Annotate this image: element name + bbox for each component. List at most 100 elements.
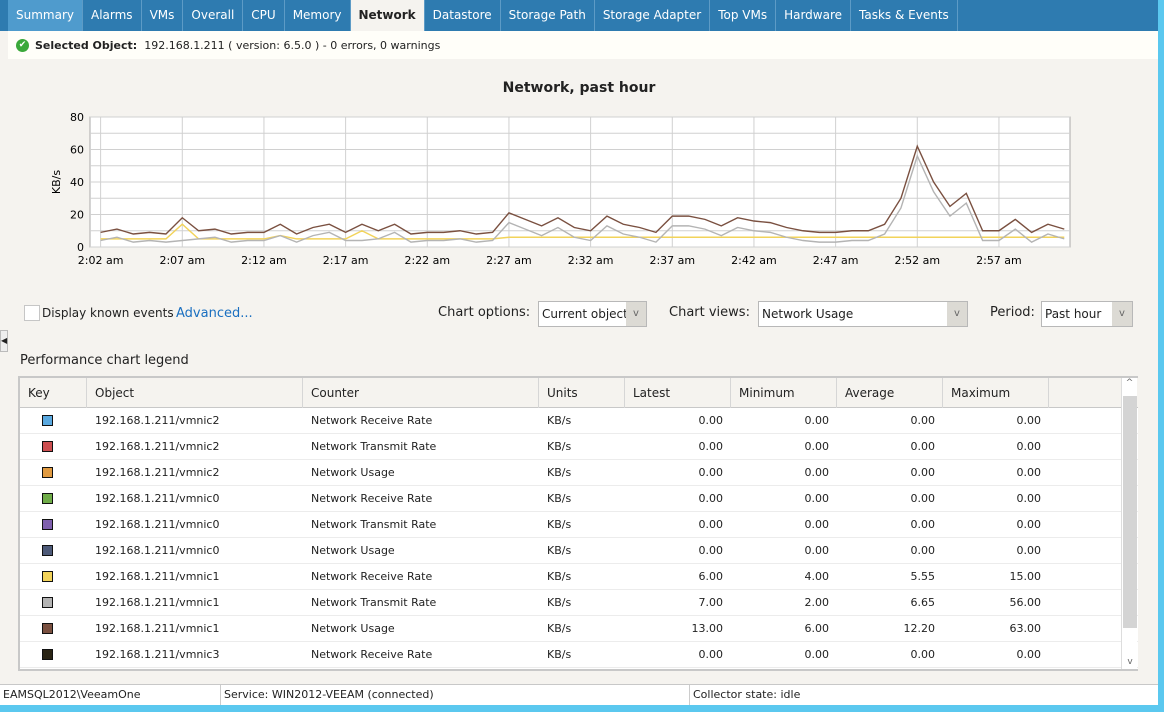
period-dropdown[interactable]: Past hour v <box>1041 301 1133 327</box>
tab-datastore[interactable]: Datastore <box>425 0 501 31</box>
cell-avg: 0.00 <box>910 440 936 453</box>
cell-avg: 0.00 <box>910 414 936 427</box>
cell-min: 0.00 <box>804 466 830 479</box>
color-key-swatch <box>42 493 53 504</box>
cell-object: 192.168.1.211/vmnic0 <box>95 518 220 531</box>
tab-hardware[interactable]: Hardware <box>776 0 852 31</box>
color-key-swatch <box>42 571 53 582</box>
status-bar: EAMSQL2012\VeeamOne Service: WIN2012-VEE… <box>0 684 1158 705</box>
cell-avg: 0.00 <box>910 466 936 479</box>
column-header[interactable]: Average <box>837 378 943 408</box>
cell-counter: Network Receive Rate <box>311 414 433 427</box>
table-row[interactable]: 192.168.1.211/vmnic1 Network Receive Rate… <box>20 564 1138 590</box>
column-header[interactable]: Counter <box>303 378 539 408</box>
table-row[interactable]: 192.168.1.211/vmnic0 Network Receive Rate… <box>20 486 1138 512</box>
key-cell <box>20 571 87 582</box>
x-tick-label: 2:02 am <box>78 254 124 267</box>
cell-min: 0.00 <box>804 492 830 505</box>
table-row[interactable]: 192.168.1.211/vmnic3 Network Receive Rate… <box>20 642 1138 668</box>
cell-object: 192.168.1.211/vmnic2 <box>95 414 220 427</box>
tab-storage-path[interactable]: Storage Path <box>501 0 595 31</box>
column-header[interactable]: Units <box>539 378 625 408</box>
check-circle-icon: ✔ <box>16 38 29 52</box>
cell-object: 192.168.1.211/vmnic1 <box>95 596 220 609</box>
cell-units: KB/s <box>547 492 572 505</box>
cell-latest: 7.00 <box>698 596 724 609</box>
x-tick-label: 2:37 am <box>649 254 695 267</box>
display-events-label: Display known events <box>42 306 174 320</box>
cell-object: 192.168.1.211/vmnic0 <box>95 492 220 505</box>
column-header[interactable]: Key <box>20 378 87 408</box>
tab-overall[interactable]: Overall <box>183 0 244 31</box>
table-row[interactable]: 192.168.1.211/vmnic1 Network Transmit Rat… <box>20 590 1138 616</box>
tab-storage-adapter[interactable]: Storage Adapter <box>595 0 711 31</box>
cell-units: KB/s <box>547 570 572 583</box>
cell-max: 56.00 <box>1009 596 1042 609</box>
color-key-swatch <box>42 649 53 660</box>
display-events-checkbox[interactable] <box>24 305 40 321</box>
app-window: Summary Alarms VMs Overall CPU Memory Network D… <box>0 0 1158 705</box>
x-tick-label: 2:47 am <box>813 254 859 267</box>
table-row[interactable]: 192.168.1.211/vmnic2 Network Usage KB/s 0.0… <box>20 460 1138 486</box>
scroll-down-icon[interactable]: v <box>1122 657 1138 667</box>
cell-min: 6.00 <box>804 622 830 635</box>
cell-min: 4.00 <box>804 570 830 583</box>
status-service: Service: WIN2012-VEEAM (connected) <box>221 685 690 705</box>
color-key-swatch <box>42 597 53 608</box>
tab-cpu[interactable]: CPU <box>243 0 285 31</box>
status-collector: Collector state: idle <box>693 688 801 701</box>
cell-max: 0.00 <box>1016 440 1042 453</box>
table-row[interactable]: 192.168.1.211/vmnic0 Network Transmit Rat… <box>20 512 1138 538</box>
cell-max: 0.00 <box>1016 414 1042 427</box>
collapse-panel-button[interactable]: ◀ <box>0 330 8 352</box>
chart-options-dropdown[interactable]: Current object v <box>538 301 647 327</box>
selected-object-value: 192.168.1.211 ( version: 6.5.0 ) - 0 err… <box>144 38 441 52</box>
tab-alarms[interactable]: Alarms <box>83 0 142 31</box>
color-key-swatch <box>42 467 53 478</box>
tab-tasks-events[interactable]: Tasks & Events <box>851 0 958 31</box>
tab-top-vms[interactable]: Top VMs <box>710 0 777 31</box>
chart-views-dropdown[interactable]: Network Usage v <box>758 301 968 327</box>
cell-units: KB/s <box>547 622 572 635</box>
column-header[interactable]: Latest <box>625 378 731 408</box>
y-axis-label: KB/s <box>50 170 63 194</box>
y-tick-label: 80 <box>70 111 84 124</box>
cell-latest: 0.00 <box>698 466 724 479</box>
table-row[interactable]: 192.168.1.211/vmnic2 Network Receive Rate… <box>20 408 1138 434</box>
key-cell <box>20 415 87 426</box>
column-header[interactable]: Minimum <box>731 378 837 408</box>
table-scrollbar[interactable]: ^ v <box>1121 378 1137 669</box>
cell-max: 0.00 <box>1016 648 1042 661</box>
cell-object: 192.168.1.211/vmnic0 <box>95 544 220 557</box>
table-header: Key Object Counter Units Latest Minimum Averag… <box>20 378 1138 408</box>
color-key-swatch <box>42 545 53 556</box>
selected-object-bar: ✔ Selected Object: 192.168.1.211 ( versi… <box>8 31 1158 59</box>
x-tick-label: 2:17 am <box>323 254 369 267</box>
cell-object: 192.168.1.211/vmnic1 <box>95 570 220 583</box>
table-row[interactable]: 192.168.1.211/vmnic2 Network Transmit Rat… <box>20 434 1138 460</box>
cell-units: KB/s <box>547 518 572 531</box>
tab-vms[interactable]: VMs <box>142 0 184 31</box>
y-tick-label: 0 <box>77 241 84 254</box>
chart-views-value: Network Usage <box>762 307 854 321</box>
cell-units: KB/s <box>547 414 572 427</box>
color-key-swatch <box>42 441 53 452</box>
y-tick-label: 60 <box>70 144 84 157</box>
cell-min: 0.00 <box>804 440 830 453</box>
column-header[interactable]: Object <box>87 378 303 408</box>
tab-memory[interactable]: Memory <box>285 0 351 31</box>
scrollbar-thumb[interactable] <box>1123 396 1137 628</box>
x-tick-label: 2:22 am <box>404 254 450 267</box>
tab-summary[interactable]: Summary <box>8 0 83 31</box>
cell-min: 0.00 <box>804 648 830 661</box>
column-header[interactable]: Maximum <box>943 378 1049 408</box>
key-cell <box>20 649 87 660</box>
scroll-up-icon[interactable]: ^ <box>1122 378 1137 388</box>
cell-counter: Network Transmit Rate <box>311 596 437 609</box>
tab-network[interactable]: Network <box>350 0 425 31</box>
chevron-down-icon: v <box>1112 302 1132 326</box>
cell-min: 0.00 <box>804 518 830 531</box>
advanced-link[interactable]: Advanced... <box>176 306 253 321</box>
table-row[interactable]: 192.168.1.211/vmnic0 Network Usage KB/s 0.0… <box>20 538 1138 564</box>
table-row[interactable]: 192.168.1.211/vmnic1 Network Usage KB/s 13.… <box>20 616 1138 642</box>
